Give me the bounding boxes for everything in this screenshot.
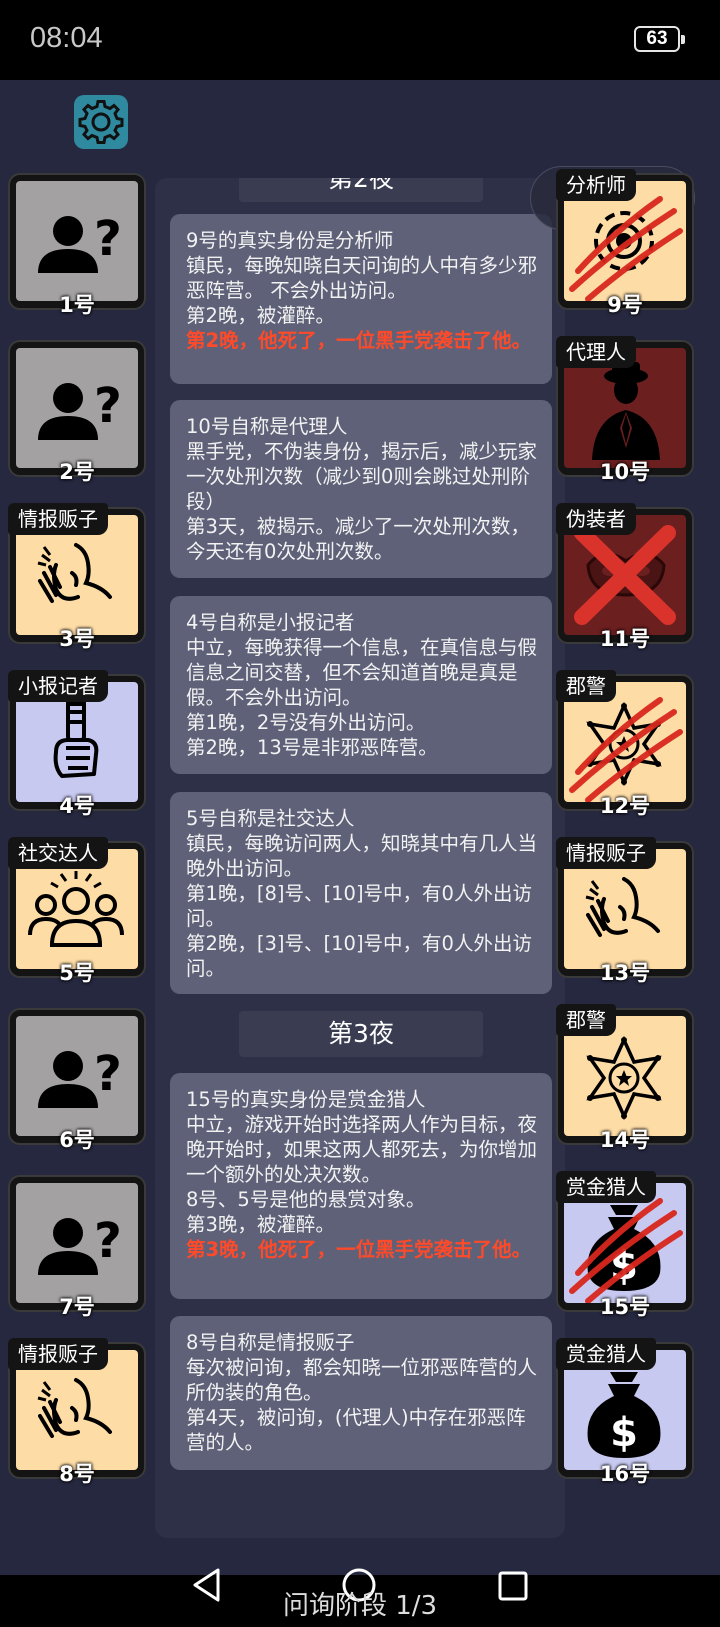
log-line: 第1晚，2号没有外出访问。 bbox=[186, 711, 426, 734]
player-number: 1号 bbox=[59, 293, 95, 317]
player-number: 13号 bbox=[599, 961, 651, 985]
player-role-label: 赏金猎人 bbox=[556, 1171, 656, 1203]
player-card[interactable]: 分析师 9号 bbox=[556, 169, 694, 317]
log-line-alert: 第2晚，他死了，一位黑手党袭击了他。 bbox=[186, 329, 532, 352]
unknown-person-icon: ? bbox=[38, 1046, 122, 1108]
player-number: 8号 bbox=[59, 1462, 95, 1486]
player-role-label: 社交达人 bbox=[8, 837, 108, 869]
player-role-label: 情报贩子 bbox=[556, 837, 656, 869]
player-role-label: 郡警 bbox=[556, 670, 616, 702]
night-3-header: 第3夜 bbox=[239, 1011, 483, 1057]
player-portrait: ? bbox=[16, 1016, 138, 1136]
log-line: 第2晚，被灌醉。 bbox=[186, 304, 335, 327]
player-number: 14号 bbox=[599, 1128, 651, 1152]
game-log-panel[interactable]: 第2夜 9号的真实身份是分析师 镇民，每晚知晓白天问询的人中有多少邪恶阵营。 不… bbox=[155, 178, 565, 1538]
player-card[interactable]: 郡警 12号 bbox=[556, 670, 694, 818]
log-line: 第2晚，13号是非邪恶阵营。 bbox=[186, 736, 438, 759]
player-card[interactable]: $ 赏金猎人 15号 bbox=[556, 1171, 694, 1319]
unknown-person-icon: ? bbox=[38, 1213, 122, 1275]
log-line: 镇民，每晚知晓白天问询的人中有多少邪恶阵营。 不会外出访问。 bbox=[186, 254, 538, 302]
svg-text:?: ? bbox=[94, 1046, 122, 1102]
player-card[interactable]: 情报贩子 13号 bbox=[556, 837, 694, 985]
log-card-2: 10号自称是代理人 黑手党，不伪装身份，揭示后，减少玩家一次处刑次数（减少到0则… bbox=[170, 400, 552, 578]
svg-text:?: ? bbox=[94, 1213, 122, 1269]
player-card[interactable]: 代理人 10号 bbox=[556, 336, 694, 484]
log-line: 黑手党，不伪装身份，揭示后，减少玩家一次处刑次数（减少到0则会跳过处刑阶段） bbox=[186, 440, 538, 513]
log-line: 15号的真实身份是赏金猎人 bbox=[186, 1088, 426, 1111]
log-line: 10号自称是代理人 bbox=[186, 415, 348, 438]
log-line: 中立，游戏开始时选择两人作为目标，夜晚开始时，如果这两人都死去，为你增加一个额外… bbox=[186, 1113, 538, 1186]
log-card-4: 5号自称是社交达人 镇民，每晚访问两人，知晓其中有几人当晚外出访问。 第1晚，[… bbox=[170, 792, 552, 994]
player-role-label: 代理人 bbox=[556, 336, 636, 368]
svg-text:?: ? bbox=[94, 378, 122, 434]
status-bar: 08:04 63 bbox=[0, 0, 720, 80]
player-card[interactable]: ? 7号 bbox=[8, 1175, 146, 1319]
player-number: 7号 bbox=[59, 1295, 95, 1319]
player-role-label: 分析师 bbox=[556, 169, 636, 201]
log-line: 第3天，被揭示。减少了一次处刑次数，今天还有0次处刑次数。 bbox=[186, 515, 530, 563]
log-line: 5号自称是社交达人 bbox=[186, 807, 355, 830]
settings-button[interactable] bbox=[74, 95, 128, 149]
log-line: 每次被问询，都会知晓一位邪恶阵营的人所伪装的角色。 bbox=[186, 1356, 538, 1404]
player-number: 2号 bbox=[59, 460, 95, 484]
player-card[interactable]: 郡警 14号 bbox=[556, 1004, 694, 1152]
player-card[interactable]: ? 2号 bbox=[8, 340, 146, 484]
log-line: 第2晚，[3]号、[10]号中，有0人外出访问。 bbox=[186, 932, 532, 980]
log-line: 4号自称是小报记者 bbox=[186, 611, 355, 634]
battery-icon: 63 bbox=[634, 26, 685, 52]
log-card-6: 8号自称是情报贩子 每次被问询，都会知晓一位邪恶阵营的人所伪装的角色。 第4天，… bbox=[170, 1316, 552, 1470]
player-role-label: 情报贩子 bbox=[8, 1338, 108, 1370]
player-role-label: 郡警 bbox=[556, 1004, 616, 1036]
log-card-1: 9号的真实身份是分析师 镇民，每晚知晓白天问询的人中有多少邪恶阵营。 不会外出访… bbox=[170, 214, 552, 384]
status-time: 08:04 bbox=[30, 22, 103, 54]
player-portrait: ? bbox=[16, 181, 138, 301]
player-number: 9号 bbox=[607, 293, 643, 317]
log-line: 镇民，每晚访问两人，知晓其中有几人当晚外出访问。 bbox=[186, 832, 538, 880]
player-card[interactable]: 小报记者 4号 bbox=[8, 670, 146, 818]
player-number: 12号 bbox=[599, 794, 651, 818]
player-number: 15号 bbox=[599, 1295, 651, 1319]
player-card[interactable]: $ 赏金猎人 16号 bbox=[556, 1338, 694, 1486]
player-role-label: 小报记者 bbox=[8, 670, 108, 702]
phase-indicator: 问询阶段 1/3 bbox=[282, 1591, 438, 1621]
svg-text:?: ? bbox=[94, 211, 122, 267]
log-line: 第4天，被问询，(代理人)中存在邪恶阵营的人。 bbox=[186, 1406, 526, 1454]
player-card[interactable]: ? 1号 bbox=[8, 173, 146, 317]
player-portrait: ? bbox=[16, 348, 138, 468]
log-line: 中立，每晚获得一个信息，在真信息与假信息之间交替，但不会知道首晚是真是假。不会外… bbox=[186, 636, 538, 709]
player-role-label: 赏金猎人 bbox=[556, 1338, 656, 1370]
player-number: 10号 bbox=[599, 460, 651, 484]
player-role-label: 情报贩子 bbox=[8, 503, 108, 535]
log-line: 第1晚，[8]号、[10]号中，有0人外出访问。 bbox=[186, 882, 532, 930]
player-card[interactable]: 社交达人 5号 bbox=[8, 837, 146, 985]
player-role-label: 伪装者 bbox=[556, 503, 636, 535]
log-line: 9号的真实身份是分析师 bbox=[186, 229, 394, 252]
player-number: 3号 bbox=[59, 627, 95, 651]
log-line-alert: 第3晚，他死了，一位黑手党袭击了他。 bbox=[186, 1238, 532, 1261]
unknown-person-icon: ? bbox=[38, 211, 122, 273]
svg-text:$: $ bbox=[610, 1410, 638, 1456]
player-card[interactable]: 情报贩子 3号 bbox=[8, 503, 146, 651]
player-card[interactable]: ? 6号 bbox=[8, 1008, 146, 1152]
log-card-3: 4号自称是小报记者 中立，每晚获得一个信息，在真信息与假信息之间交替，但不会知道… bbox=[170, 596, 552, 774]
log-line: 8号、5号是他的悬赏对象。 bbox=[186, 1188, 426, 1211]
log-card-5: 15号的真实身份是赏金猎人 中立，游戏开始时选择两人作为目标，夜晚开始时，如果这… bbox=[170, 1073, 552, 1299]
unknown-person-icon: ? bbox=[38, 378, 122, 440]
night-2-header: 第2夜 bbox=[239, 178, 483, 202]
gear-icon bbox=[78, 100, 124, 144]
player-number: 6号 bbox=[59, 1128, 95, 1152]
player-number: 5号 bbox=[59, 961, 95, 985]
player-card[interactable]: 伪装者 11号 bbox=[556, 503, 694, 651]
player-portrait: ? bbox=[16, 1183, 138, 1303]
player-number: 4号 bbox=[59, 794, 95, 818]
log-line: 第3晚，被灌醉。 bbox=[186, 1213, 335, 1236]
player-number: 16号 bbox=[599, 1462, 651, 1486]
log-line: 8号自称是情报贩子 bbox=[186, 1331, 355, 1354]
player-card[interactable]: 情报贩子 8号 bbox=[8, 1338, 146, 1486]
player-number: 11号 bbox=[599, 627, 651, 651]
